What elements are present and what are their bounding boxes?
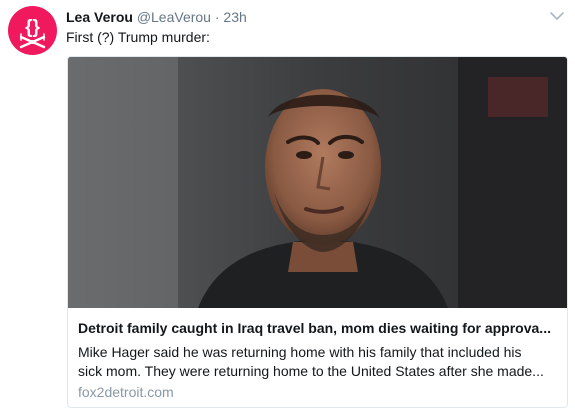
tweet-header: Lea Verou @LeaVerou · 23h [66,8,535,26]
card-domain[interactable]: fox2detroit.com [78,383,557,402]
card-title[interactable]: Detroit family caught in Iraq travel ban… [78,319,557,338]
card-description: Mike Hager said he was returning home wi… [78,343,558,381]
tweet[interactable]: {} Lea Verou @LeaVerou · 23h First (?) T… [0,0,575,413]
avatar[interactable]: {} [8,6,57,55]
author-name[interactable]: Lea Verou [66,9,133,25]
author-handle[interactable]: @LeaVerou [137,9,211,25]
card-body[interactable]: Detroit family caught in Iraq travel ban… [78,319,557,402]
tweet-text: First (?) Trump murder: [66,29,210,45]
svg-text:{}: {} [25,17,40,38]
card-image[interactable] [68,57,567,308]
card-photo-illustration [68,57,567,308]
link-card[interactable]: Detroit family caught in Iraq travel ban… [67,56,568,408]
card-description-line: Mike Hager said he was returning home wi… [78,344,522,360]
avatar-logo-icon: {} [19,17,46,49]
separator-dot: · [214,9,220,25]
timestamp[interactable]: 23h [223,9,246,25]
card-description-line: sick mom. They were returning home to th… [78,363,544,379]
chevron-down-icon[interactable] [549,10,565,22]
